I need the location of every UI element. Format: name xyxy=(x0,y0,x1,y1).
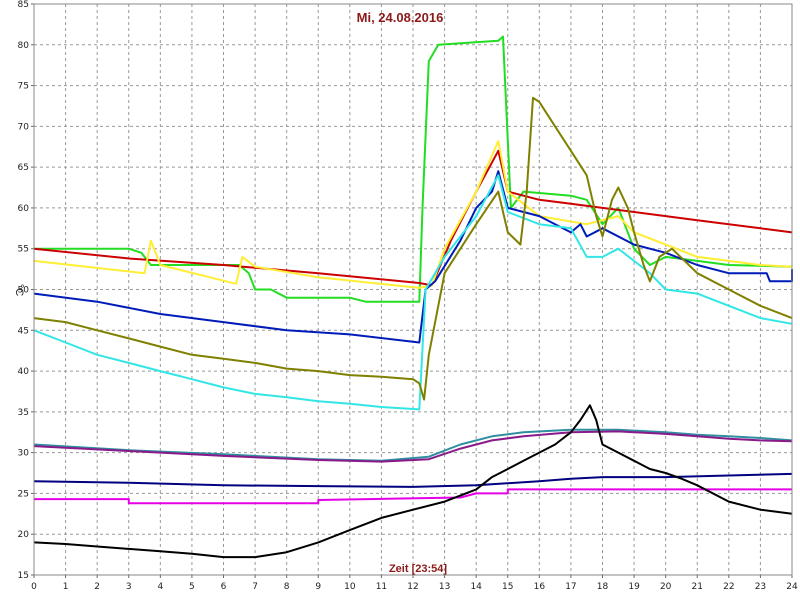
y-tick-label: 40 xyxy=(18,367,30,377)
chart: Mi, 24.08.2016 °C 0 1 2 3 4 5 6 7 8 9 10 11 12 13 14 15… xyxy=(0,0,800,600)
x-tick-label: 12 xyxy=(407,582,418,592)
y-tick-label: 35 xyxy=(18,408,29,418)
y-tick-label: 50 xyxy=(18,286,30,296)
x-tick-label: 23 xyxy=(755,582,766,592)
x-tick-label: 5 xyxy=(189,582,195,592)
x-tick-label: 8 xyxy=(284,582,290,592)
x-tick-label: 18 xyxy=(597,582,609,592)
y-tick-label: 60 xyxy=(18,204,30,214)
x-tick-label: 7 xyxy=(252,582,258,592)
y-tick-label: 70 xyxy=(18,122,30,132)
x-tick-label: 13 xyxy=(439,582,450,592)
x-tick-label: 2 xyxy=(94,582,100,592)
x-tick-label: 4 xyxy=(157,582,163,592)
x-tick-label: 24 xyxy=(786,582,798,592)
x-tick-label: 9 xyxy=(315,582,321,592)
x-tick-label: 14 xyxy=(470,582,482,592)
y-tick-label: 15 xyxy=(18,571,29,581)
x-tick-label: 1 xyxy=(63,582,69,592)
y-tick-label: 30 xyxy=(18,449,30,459)
x-tick-label: 15 xyxy=(502,582,513,592)
chart-background xyxy=(0,0,800,600)
x-tick-label: 16 xyxy=(534,582,546,592)
y-tick-label: 85 xyxy=(18,0,29,10)
y-tick-label: 65 xyxy=(18,163,29,173)
y-tick-label: 20 xyxy=(18,530,30,540)
y-tick-label: 80 xyxy=(18,41,30,51)
x-tick-label: 19 xyxy=(628,582,640,592)
y-tick-label: 55 xyxy=(18,245,29,255)
x-tick-label: 11 xyxy=(376,582,387,592)
x-tick-label: 0 xyxy=(31,582,37,592)
x-tick-label: 21 xyxy=(692,582,703,592)
y-tick-label: 25 xyxy=(18,489,29,499)
x-tick-label: 22 xyxy=(723,582,734,592)
chart-title: Mi, 24.08.2016 xyxy=(357,10,444,25)
x-tick-label: 17 xyxy=(565,582,576,592)
x-tick-label: 3 xyxy=(126,582,132,592)
y-tick-label: 45 xyxy=(18,326,29,336)
x-tick-label: 10 xyxy=(344,582,356,592)
x-tick-label: 6 xyxy=(221,582,227,592)
x-tick-label: 20 xyxy=(660,582,672,592)
time-footer: Zeit [23:54] xyxy=(389,563,447,575)
y-tick-label: 75 xyxy=(18,82,29,92)
